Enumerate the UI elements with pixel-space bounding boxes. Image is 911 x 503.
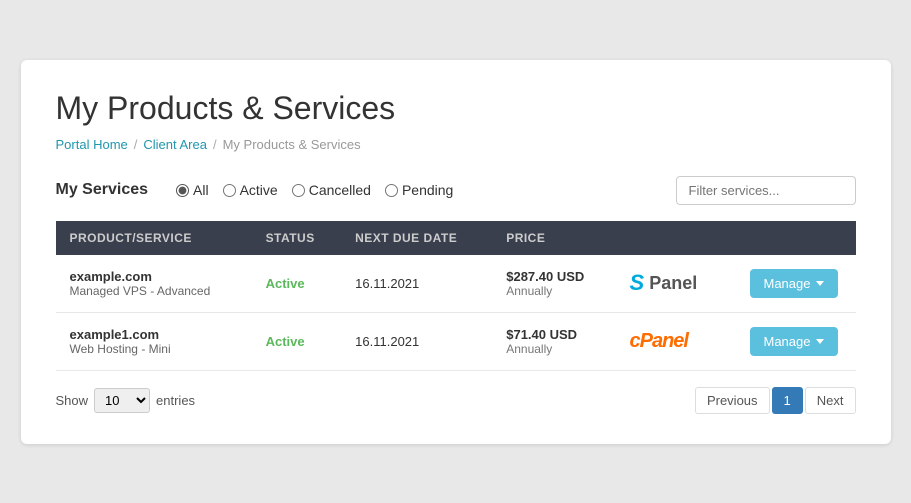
manage-button[interactable]: Manage <box>750 269 839 298</box>
col-brand <box>616 221 736 255</box>
main-card: My Products & Services Portal Home / Cli… <box>21 60 891 444</box>
caret-icon <box>816 339 824 344</box>
col-due-date: Next Due Date <box>341 221 492 255</box>
cell-due-date: 16.11.2021 <box>341 255 492 313</box>
pagination-next[interactable]: Next <box>805 387 856 414</box>
pagination-previous[interactable]: Previous <box>695 387 770 414</box>
filter-active[interactable]: Active <box>223 182 278 198</box>
cell-price: $287.40 USD Annually <box>492 255 615 313</box>
filter-cancelled[interactable]: Cancelled <box>292 182 371 198</box>
product-sub: Managed VPS - Advanced <box>70 284 238 298</box>
page-title: My Products & Services <box>56 90 856 127</box>
product-sub: Web Hosting - Mini <box>70 342 238 356</box>
manage-button[interactable]: Manage <box>750 327 839 356</box>
spanel-logo: SPanel <box>630 270 722 296</box>
show-entries: Show 10 25 50 100 entries <box>56 388 196 413</box>
cell-status: Active <box>252 312 342 370</box>
radio-cancelled[interactable] <box>292 184 305 197</box>
cell-status: Active <box>252 255 342 313</box>
filter-pending-label: Pending <box>402 182 453 198</box>
entries-select[interactable]: 10 25 50 100 <box>94 388 150 413</box>
cpanel-logo: cPanel <box>630 330 722 353</box>
cell-price: $71.40 USD Annually <box>492 312 615 370</box>
pagination: Previous 1 Next <box>695 387 856 414</box>
cell-action: Manage <box>736 312 856 370</box>
cell-action: Manage <box>736 255 856 313</box>
breadcrumb-client-area[interactable]: Client Area <box>143 137 207 152</box>
cell-brand: SPanel <box>616 255 736 313</box>
breadcrumb-portal-home[interactable]: Portal Home <box>56 137 128 152</box>
services-table: Product/Service Status Next Due Date Pri… <box>56 221 856 371</box>
cell-product: example1.com Web Hosting - Mini <box>56 312 252 370</box>
filter-search[interactable] <box>676 176 856 205</box>
table-footer: Show 10 25 50 100 entries Previous 1 Nex… <box>56 387 856 414</box>
col-action <box>736 221 856 255</box>
table-row: example1.com Web Hosting - Mini Active 1… <box>56 312 856 370</box>
radio-all[interactable] <box>176 184 189 197</box>
filter-all[interactable]: All <box>176 182 209 198</box>
manage-label: Manage <box>764 334 811 349</box>
manage-label: Manage <box>764 276 811 291</box>
cell-due-date: 16.11.2021 <box>341 312 492 370</box>
status-badge: Active <box>266 334 305 349</box>
price-period: Annually <box>506 284 601 298</box>
col-product: Product/Service <box>56 221 252 255</box>
col-status: Status <box>252 221 342 255</box>
section-title: My Services <box>56 181 149 199</box>
show-label: Show <box>56 393 89 408</box>
col-price: Price <box>492 221 615 255</box>
filter-group: All Active Cancelled Pending <box>176 182 453 198</box>
entries-label: entries <box>156 393 195 408</box>
radio-pending[interactable] <box>385 184 398 197</box>
product-name: example.com <box>70 269 238 284</box>
table-row: example.com Managed VPS - Advanced Activ… <box>56 255 856 313</box>
breadcrumb-sep-2: / <box>213 137 217 152</box>
pagination-page-1[interactable]: 1 <box>772 387 803 414</box>
breadcrumb-sep-1: / <box>134 137 138 152</box>
status-badge: Active <box>266 276 305 291</box>
section-header: My Services All Active Cancelled Pending <box>56 176 856 205</box>
breadcrumb-current: My Products & Services <box>223 137 361 152</box>
filter-active-label: Active <box>240 182 278 198</box>
cell-product: example.com Managed VPS - Advanced <box>56 255 252 313</box>
radio-active[interactable] <box>223 184 236 197</box>
filter-pending[interactable]: Pending <box>385 182 453 198</box>
product-name: example1.com <box>70 327 238 342</box>
price-amount: $287.40 USD <box>506 269 601 284</box>
section-left: My Services All Active Cancelled Pending <box>56 181 454 199</box>
table-header-row: Product/Service Status Next Due Date Pri… <box>56 221 856 255</box>
price-amount: $71.40 USD <box>506 327 601 342</box>
filter-cancelled-label: Cancelled <box>309 182 371 198</box>
caret-icon <box>816 281 824 286</box>
filter-all-label: All <box>193 182 209 198</box>
search-input[interactable] <box>676 176 856 205</box>
price-period: Annually <box>506 342 601 356</box>
cell-brand: cPanel <box>616 312 736 370</box>
breadcrumb: Portal Home / Client Area / My Products … <box>56 137 856 152</box>
